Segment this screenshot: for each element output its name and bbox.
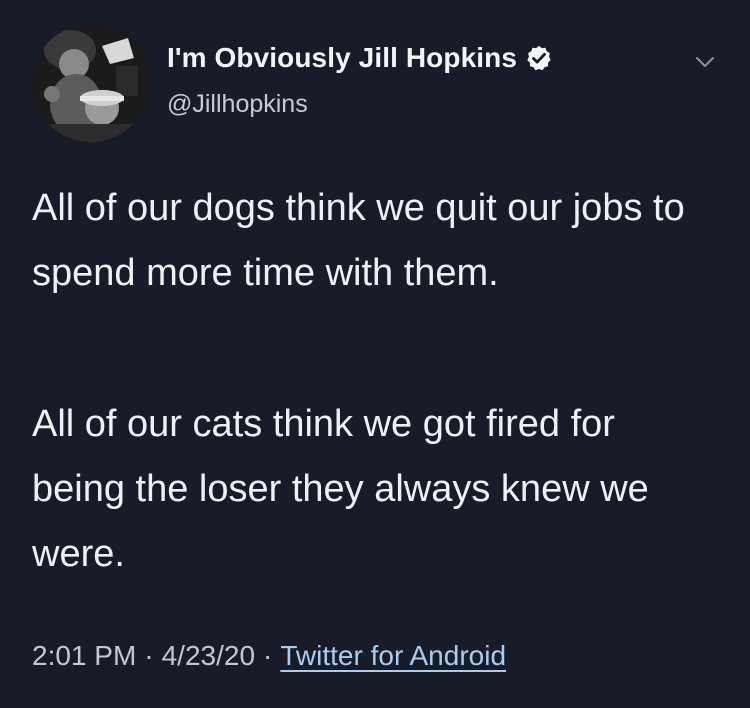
author-name-row[interactable]: I'm Obviously Jill Hopkins — [167, 42, 553, 74]
tweet-paragraph-1: All of our dogs think we quit our jobs t… — [32, 187, 685, 294]
verified-badge-icon — [527, 45, 551, 71]
tweet-time[interactable]: 2:01 PM — [32, 640, 136, 671]
tweet-date[interactable]: 4/23/20 — [162, 640, 255, 671]
author-handle[interactable]: @Jillhopkins — [167, 90, 308, 119]
tweet-meta: 2:01 PM · 4/23/20 · Twitter for Android — [32, 640, 506, 672]
avatar-image — [32, 24, 150, 142]
tweet-card: I'm Obviously Jill Hopkins @Jillhopkins … — [0, 0, 750, 708]
meta-separator: · — [144, 640, 154, 671]
avatar[interactable] — [32, 24, 150, 142]
chevron-down-icon[interactable] — [693, 50, 717, 74]
author-display-name[interactable]: I'm Obviously Jill Hopkins — [167, 42, 517, 74]
tweet-paragraph-2: All of our cats think we got fired for b… — [32, 403, 649, 575]
tweet-source-link[interactable]: Twitter for Android — [280, 640, 506, 671]
meta-separator: · — [263, 640, 273, 671]
